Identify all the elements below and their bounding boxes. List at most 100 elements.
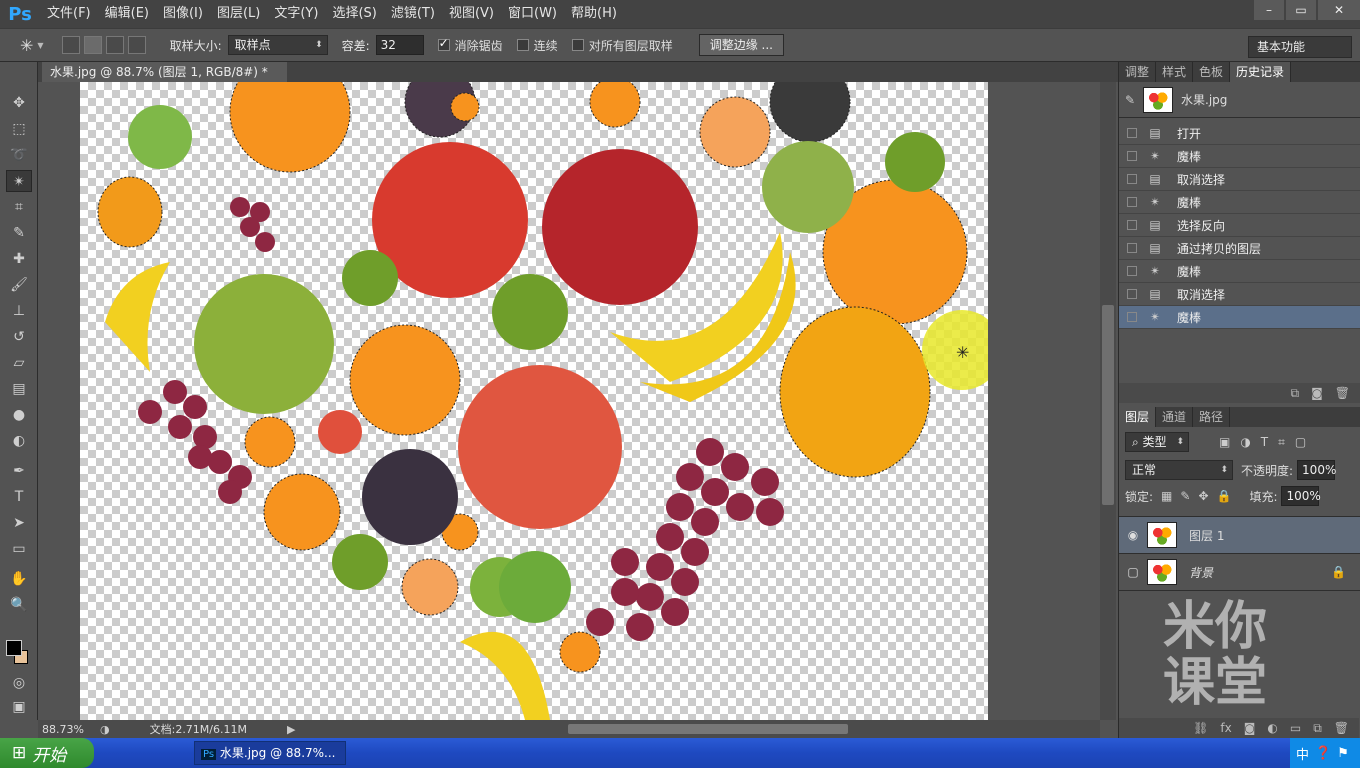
new-layer-icon[interactable]: ⧉ bbox=[1313, 721, 1322, 736]
menu-edit[interactable]: 编辑(E) bbox=[98, 0, 156, 28]
menu-select[interactable]: 选择(S) bbox=[325, 0, 383, 28]
dodge-tool-icon[interactable]: ◐ bbox=[6, 430, 32, 452]
marquee-tool-icon[interactable]: ⬚ bbox=[6, 118, 32, 140]
refine-edge-button[interactable]: 调整边缘 ... bbox=[698, 34, 784, 56]
antialias-checkbox[interactable] bbox=[437, 36, 450, 51]
add-mask-icon[interactable]: ◙ bbox=[1244, 721, 1256, 735]
layer-row-background[interactable]: ▢ 背景 🔒 bbox=[1119, 554, 1360, 591]
menu-help[interactable]: 帮助(H) bbox=[564, 0, 624, 28]
new-group-icon[interactable]: ▭ bbox=[1290, 721, 1301, 735]
horizontal-scrollbar-thumb[interactable] bbox=[568, 724, 848, 734]
history-source-checkbox[interactable] bbox=[1127, 174, 1137, 184]
crop-tool-icon[interactable]: ⌗ bbox=[6, 196, 32, 218]
history-item[interactable]: ✴ 魔棒 bbox=[1119, 191, 1360, 214]
layer-filter-select[interactable]: ⌕ 类型 bbox=[1125, 432, 1189, 452]
history-source-checkbox[interactable] bbox=[1127, 128, 1137, 138]
history-item-selected[interactable]: ✴ 魔棒 bbox=[1119, 306, 1360, 329]
type-tool-icon[interactable]: T bbox=[6, 486, 32, 508]
quick-mask-icon[interactable]: ◎ bbox=[6, 672, 32, 694]
screen-mode-icon[interactable]: ▣ bbox=[6, 696, 32, 718]
tab-history[interactable]: 历史记录 bbox=[1230, 62, 1292, 82]
help-icon[interactable]: ❓ bbox=[1315, 746, 1331, 761]
foreground-color-swatch[interactable] bbox=[6, 640, 22, 656]
intersect-selection-mode-button[interactable] bbox=[127, 36, 146, 54]
history-item[interactable]: ✴ 魔棒 bbox=[1119, 145, 1360, 168]
link-layers-icon[interactable]: ⛓ bbox=[1193, 721, 1208, 735]
contiguous-checkbox[interactable] bbox=[516, 39, 529, 51]
start-button[interactable]: ⊞ 开始 bbox=[0, 738, 94, 768]
history-item[interactable]: ▤ 取消选择 bbox=[1119, 283, 1360, 306]
history-source-checkbox[interactable] bbox=[1127, 151, 1137, 161]
blur-tool-icon[interactable]: ● bbox=[6, 404, 32, 426]
new-snapshot-icon[interactable]: ◙ bbox=[1311, 386, 1323, 400]
delete-state-icon[interactable]: 🗑 bbox=[1335, 386, 1350, 400]
visibility-toggle[interactable]: ▢ bbox=[1119, 565, 1147, 579]
document-canvas[interactable]: ✳ bbox=[80, 82, 988, 720]
tab-adjustments[interactable]: 调整 bbox=[1119, 62, 1157, 82]
hand-tool-icon[interactable]: ✋ bbox=[6, 568, 32, 590]
menu-type[interactable]: 文字(Y) bbox=[267, 0, 325, 28]
history-source-checkbox[interactable] bbox=[1127, 266, 1137, 276]
history-snapshot[interactable]: ✎ 水果.jpg bbox=[1119, 82, 1360, 118]
chevron-down-icon[interactable]: ▼ bbox=[37, 41, 43, 50]
opacity-input[interactable]: 100% bbox=[1297, 460, 1336, 480]
sample-size-select[interactable]: 取样点 bbox=[227, 35, 328, 55]
status-menu-arrow-icon[interactable]: ▶ bbox=[287, 723, 295, 736]
clone-stamp-tool-icon[interactable]: ⊥ bbox=[6, 300, 32, 322]
pen-tool-icon[interactable]: ✒ bbox=[6, 460, 32, 482]
workspace-select[interactable]: 基本功能 bbox=[1248, 36, 1352, 58]
history-source-checkbox[interactable] bbox=[1127, 312, 1137, 322]
layer-style-icon[interactable]: fx bbox=[1220, 721, 1231, 735]
menu-file[interactable]: 文件(F) bbox=[40, 0, 98, 28]
tab-layers[interactable]: 图层 bbox=[1119, 407, 1157, 427]
delete-layer-icon[interactable]: 🗑 bbox=[1334, 721, 1349, 735]
close-button[interactable]: ✕ bbox=[1318, 0, 1360, 20]
zoom-tool-icon[interactable]: 🔍 bbox=[6, 594, 32, 616]
menu-window[interactable]: 窗口(W) bbox=[501, 0, 564, 28]
rectangle-tool-icon[interactable]: ▭ bbox=[6, 538, 32, 560]
lock-options-icons[interactable]: ▦✎✥🔒 bbox=[1161, 489, 1239, 503]
vertical-scrollbar-thumb[interactable] bbox=[1102, 305, 1114, 505]
add-selection-mode-button[interactable] bbox=[83, 36, 102, 54]
history-item[interactable]: ▤ 选择反向 bbox=[1119, 214, 1360, 237]
new-selection-mode-button[interactable] bbox=[61, 36, 80, 54]
minimize-button[interactable]: – bbox=[1254, 0, 1284, 20]
tolerance-input[interactable]: 32 bbox=[375, 35, 424, 55]
tab-paths[interactable]: 路径 bbox=[1193, 407, 1231, 427]
subtract-selection-mode-button[interactable] bbox=[105, 36, 124, 54]
menu-filter[interactable]: 滤镜(T) bbox=[384, 0, 442, 28]
flag-icon[interactable]: ⚑ bbox=[1337, 746, 1349, 761]
menu-image[interactable]: 图像(I) bbox=[156, 0, 210, 28]
fill-input[interactable]: 100% bbox=[1281, 486, 1321, 506]
sample-all-layers-checkbox[interactable] bbox=[571, 39, 584, 51]
tab-channels[interactable]: 通道 bbox=[1156, 407, 1194, 427]
zoom-level[interactable]: 88.73% bbox=[42, 723, 92, 736]
magic-wand-tool-icon[interactable]: ✴ bbox=[6, 170, 32, 192]
brush-tool-icon[interactable]: 🖌 bbox=[6, 274, 32, 296]
eraser-tool-icon[interactable]: ▱ bbox=[6, 352, 32, 374]
eyedropper-tool-icon[interactable]: ✎ bbox=[6, 222, 32, 244]
history-brush-source-icon[interactable]: ✎ bbox=[1125, 93, 1143, 107]
taskbar-item-photoshop[interactable]: Ps 水果.jpg @ 88.7%... bbox=[194, 741, 346, 765]
history-item[interactable]: ▤ 打开 bbox=[1119, 122, 1360, 145]
status-info-icon[interactable]: ◑ bbox=[100, 723, 110, 736]
new-document-from-state-icon[interactable]: ⧉ bbox=[1291, 386, 1300, 401]
gradient-tool-icon[interactable]: ▤ bbox=[6, 378, 32, 400]
adjustment-layer-icon[interactable]: ◐ bbox=[1267, 721, 1277, 735]
layer-filter-icons[interactable]: ▣◑T⌗▢ bbox=[1219, 435, 1316, 450]
history-item[interactable]: ▤ 通过拷贝的图层 bbox=[1119, 237, 1360, 260]
history-source-checkbox[interactable] bbox=[1127, 220, 1137, 230]
maximize-button[interactable]: ▭ bbox=[1286, 0, 1316, 20]
menu-view[interactable]: 视图(V) bbox=[442, 0, 501, 28]
history-item[interactable]: ▤ 取消选择 bbox=[1119, 168, 1360, 191]
healing-brush-tool-icon[interactable]: ✚ bbox=[6, 248, 32, 270]
layer-row-layer1[interactable]: ◉ 图层 1 bbox=[1119, 517, 1360, 554]
menu-layer[interactable]: 图层(L) bbox=[210, 0, 267, 28]
history-source-checkbox[interactable] bbox=[1127, 197, 1137, 207]
history-item[interactable]: ✴ 魔棒 bbox=[1119, 260, 1360, 283]
history-source-checkbox[interactable] bbox=[1127, 243, 1137, 253]
magic-wand-icon[interactable]: ✳ bbox=[20, 36, 33, 55]
document-tab[interactable]: 水果.jpg @ 88.7% (图层 1, RGB/8#) * × bbox=[42, 62, 287, 99]
history-brush-tool-icon[interactable]: ↺ bbox=[6, 326, 32, 348]
lasso-tool-icon[interactable]: ➰ bbox=[6, 144, 32, 166]
